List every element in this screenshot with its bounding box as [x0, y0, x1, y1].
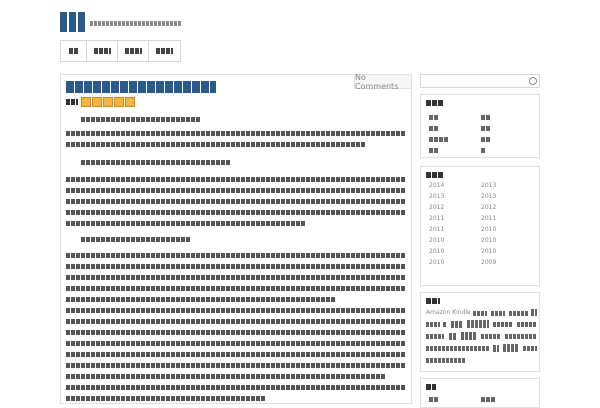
archive-link[interactable]: 2011: [429, 215, 444, 223]
star-icon: [92, 97, 102, 107]
tag-link[interactable]: [517, 322, 537, 327]
post-title[interactable]: [66, 81, 216, 93]
search-icon[interactable]: [529, 77, 537, 85]
tag-link[interactable]: [443, 322, 447, 327]
main-nav: [60, 40, 181, 62]
category-link[interactable]: [481, 126, 490, 131]
rating-label: [66, 99, 78, 105]
nav-item-2[interactable]: [87, 41, 118, 61]
tag-link[interactable]: [491, 311, 505, 316]
widget-title: [426, 172, 444, 178]
post-article: No Comments: [60, 73, 412, 404]
category-link[interactable]: [429, 148, 438, 153]
tag-link[interactable]: [505, 334, 537, 339]
search-input[interactable]: [420, 74, 540, 88]
tag-link[interactable]: [473, 311, 487, 316]
archive-link[interactable]: 2013: [481, 193, 496, 201]
archive-link[interactable]: 2014: [429, 182, 444, 190]
archive-link[interactable]: 2010: [481, 237, 496, 245]
archive-link[interactable]: 2013: [481, 182, 496, 190]
comments-link[interactable]: No Comments: [354, 73, 412, 91]
tag-link[interactable]: [523, 346, 537, 351]
nav-item-4[interactable]: [149, 41, 180, 61]
tag-link[interactable]: [426, 358, 466, 363]
archive-link[interactable]: 2012: [429, 204, 444, 212]
star-icon: [103, 97, 113, 107]
tag-link[interactable]: [509, 311, 529, 316]
category-link[interactable]: [429, 137, 448, 142]
tag-link[interactable]: [451, 321, 463, 328]
widget-categories: [420, 94, 540, 158]
tag-link[interactable]: [531, 309, 537, 316]
nav-item-home[interactable]: [61, 41, 87, 61]
tag-link[interactable]: [426, 346, 490, 351]
archive-link[interactable]: 2010: [481, 248, 496, 256]
category-link[interactable]: [481, 115, 490, 120]
archive-link[interactable]: 2010: [429, 259, 444, 267]
star-icon: [81, 97, 91, 107]
archive-link[interactable]: 2013: [429, 193, 444, 201]
star-icon: [114, 97, 124, 107]
tag-link[interactable]: [449, 333, 457, 340]
site-title[interactable]: [60, 12, 86, 32]
widget-title: [426, 100, 444, 106]
archive-link[interactable]: 2011: [481, 215, 496, 223]
widget-archives: 2014 2013 2013 2013 2012 2012 2011 2011 …: [420, 166, 540, 286]
widget-tag-cloud: Amazon Kindle: [420, 292, 540, 372]
widget-title: [426, 298, 440, 304]
tag-link[interactable]: [493, 345, 499, 352]
nav-item-3[interactable]: [118, 41, 149, 61]
tag-link[interactable]: [426, 322, 440, 327]
archive-link[interactable]: 2012: [481, 204, 496, 212]
archive-link[interactable]: 2010: [429, 237, 444, 245]
archive-link[interactable]: 2011: [429, 226, 444, 234]
page: No Comments 2014 2013 2013 2013 2012 201…: [0, 0, 600, 408]
category-link[interactable]: [429, 126, 438, 131]
tag-link[interactable]: [493, 322, 513, 327]
archive-link[interactable]: 2010: [429, 248, 444, 256]
tag-link[interactable]: Amazon Kindle: [426, 309, 471, 317]
tag-link[interactable]: [503, 344, 519, 352]
category-link[interactable]: [481, 137, 490, 142]
rating-stars: [81, 97, 135, 107]
widget-meta: [420, 378, 540, 408]
tag-link[interactable]: [461, 332, 477, 340]
site-description: [90, 21, 182, 26]
archive-link[interactable]: 2010: [481, 226, 496, 234]
widget-title: [426, 384, 436, 390]
tag-link[interactable]: [481, 334, 501, 339]
star-icon: [125, 97, 135, 107]
category-link[interactable]: [481, 148, 486, 153]
archive-link[interactable]: 2009: [481, 259, 496, 267]
tag-link[interactable]: [426, 334, 444, 339]
category-link[interactable]: [429, 115, 438, 120]
tag-link[interactable]: [467, 320, 489, 328]
